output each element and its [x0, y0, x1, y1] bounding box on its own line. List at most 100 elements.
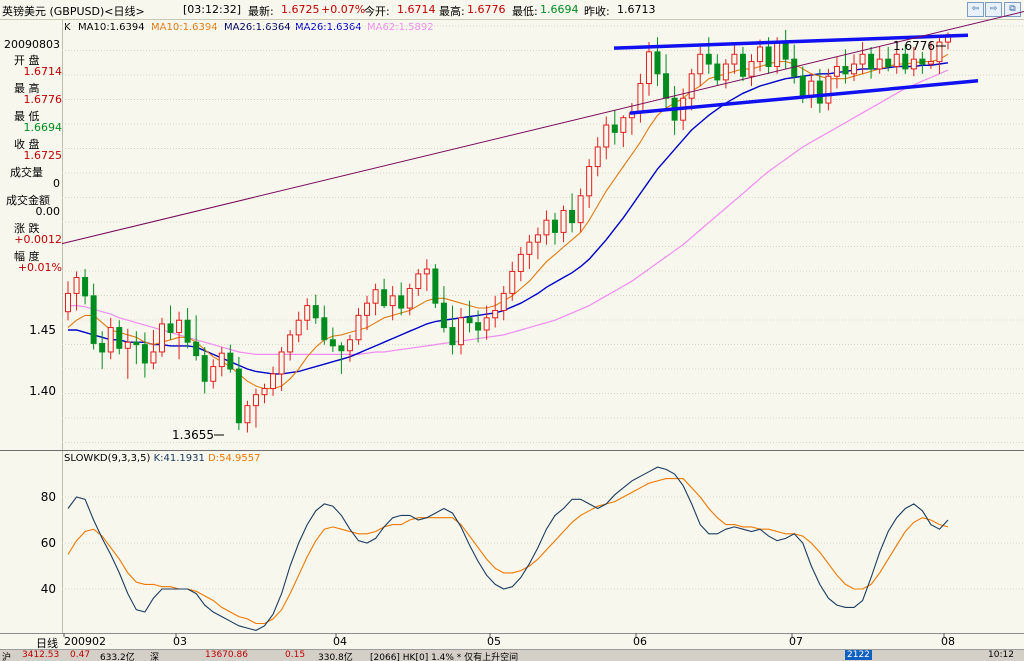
- time-tick-label: 03: [173, 635, 187, 648]
- candle-body: [842, 65, 849, 75]
- candle-body: [287, 334, 294, 353]
- candle-body: [586, 166, 593, 197]
- candle-body: [116, 327, 123, 349]
- candle-body: [868, 53, 875, 70]
- candle-body: [902, 53, 909, 70]
- candle-body: [304, 305, 311, 321]
- oscillator-tick-label: 60: [41, 536, 56, 550]
- candle-body: [483, 317, 490, 331]
- candle-body: [876, 58, 883, 70]
- candle-body: [82, 277, 89, 297]
- candle-body: [577, 195, 584, 224]
- candle-body: [458, 317, 465, 346]
- candle-body: [65, 292, 71, 313]
- candle-body: [551, 219, 558, 233]
- max-price-annotation: 1.6776: [893, 39, 935, 53]
- candle-body: [90, 295, 97, 344]
- candle-body: [355, 314, 362, 341]
- candle-body: [321, 317, 328, 341]
- candle-body: [808, 80, 815, 97]
- candle-body: [526, 241, 533, 255]
- candle-body: [432, 268, 439, 304]
- candle-body: [261, 388, 268, 396]
- time-tick-label: 200902: [64, 635, 106, 648]
- status-time: 10:12: [988, 650, 1014, 660]
- candle-body: [475, 322, 482, 331]
- candle-body: [449, 327, 456, 346]
- candle-body: [133, 341, 140, 346]
- min-price-annotation: 1.3655: [172, 428, 214, 442]
- candle-body: [748, 61, 755, 77]
- candle-body: [167, 323, 174, 333]
- candle-body: [415, 273, 422, 290]
- candle-body: [774, 41, 781, 67]
- status-index1-change: 0.47: [70, 650, 91, 660]
- candle-body: [73, 277, 80, 294]
- candle-body: [885, 58, 892, 67]
- candle-body: [235, 368, 242, 424]
- candle-body: [569, 209, 576, 224]
- candle-body: [825, 75, 832, 104]
- candle-body: [765, 46, 772, 67]
- ma62-line: [68, 69, 949, 355]
- candle-body: [193, 341, 200, 357]
- candle-body: [210, 366, 217, 382]
- candle-body: [927, 61, 934, 65]
- candle-body: [919, 58, 926, 65]
- trendline-resistance: [61, 11, 1024, 245]
- candle-body: [218, 352, 225, 368]
- status-index2-value: 13670.86: [205, 650, 248, 660]
- status-index1-value: 3412.53: [22, 650, 60, 660]
- oscillator-legend: SLOWKD(9,3,3,5) K:41.1931 D:54.9557: [64, 453, 260, 464]
- candle-body: [329, 339, 336, 347]
- candle-body: [603, 124, 610, 148]
- candle-body: [893, 53, 900, 67]
- status-right-value[interactable]: 2122: [845, 650, 872, 660]
- candle-body: [423, 268, 430, 275]
- candle-body: [731, 53, 738, 65]
- candle-body: [645, 51, 652, 85]
- candle-body: [739, 53, 746, 77]
- candle-body: [364, 302, 371, 316]
- candle-body: [158, 323, 165, 353]
- candle-body: [637, 83, 644, 114]
- candle-body: [99, 342, 106, 353]
- oscillator-tick-label: 40: [41, 582, 56, 596]
- candle-body: [227, 352, 234, 370]
- candle-body: [757, 46, 764, 63]
- candle-body: [722, 63, 729, 81]
- candle-body: [517, 253, 524, 272]
- time-tick-label: 05: [487, 635, 501, 648]
- status-index1-amount: 633.2亿: [100, 653, 135, 661]
- candle-body: [560, 209, 567, 233]
- candle-body: [833, 65, 840, 77]
- status-bar: 沪 3412.53 0.47 633.2亿 深 13670.86 0.15 33…: [0, 649, 1024, 661]
- ma10-line: [67, 53, 949, 390]
- candle-body: [654, 51, 661, 75]
- candle-body: [782, 41, 789, 60]
- candle-body: [509, 270, 516, 294]
- status-index2-change: 0.15: [285, 650, 306, 660]
- candle-body: [611, 124, 618, 133]
- candle-body: [816, 80, 823, 104]
- candle-body: [184, 319, 191, 343]
- price-tick-label: 1.40: [29, 384, 56, 398]
- oscillator-d: D:54.9557: [208, 453, 261, 464]
- candle-body: [594, 146, 601, 168]
- status-index2-label: 深: [150, 653, 160, 661]
- status-index1-label: 沪: [2, 653, 12, 661]
- time-tick-label: 07: [789, 635, 803, 648]
- candle-body: [936, 41, 943, 63]
- candle-body: [697, 53, 704, 75]
- candle-body: [150, 351, 157, 364]
- candle-body: [500, 292, 507, 311]
- price-chart: 1.40 1.45 40 60 80 200902 03 04 05 06 07 08 1.6776 1.…: [29, 11, 1024, 648]
- candle-body: [141, 344, 148, 364]
- price-tick-label: 1.45: [29, 323, 56, 337]
- candle-body: [176, 319, 183, 333]
- candle-body: [295, 319, 302, 336]
- candle-body: [799, 75, 806, 97]
- candle-body: [124, 341, 131, 349]
- candle-body: [346, 339, 353, 352]
- candle-body: [270, 373, 277, 390]
